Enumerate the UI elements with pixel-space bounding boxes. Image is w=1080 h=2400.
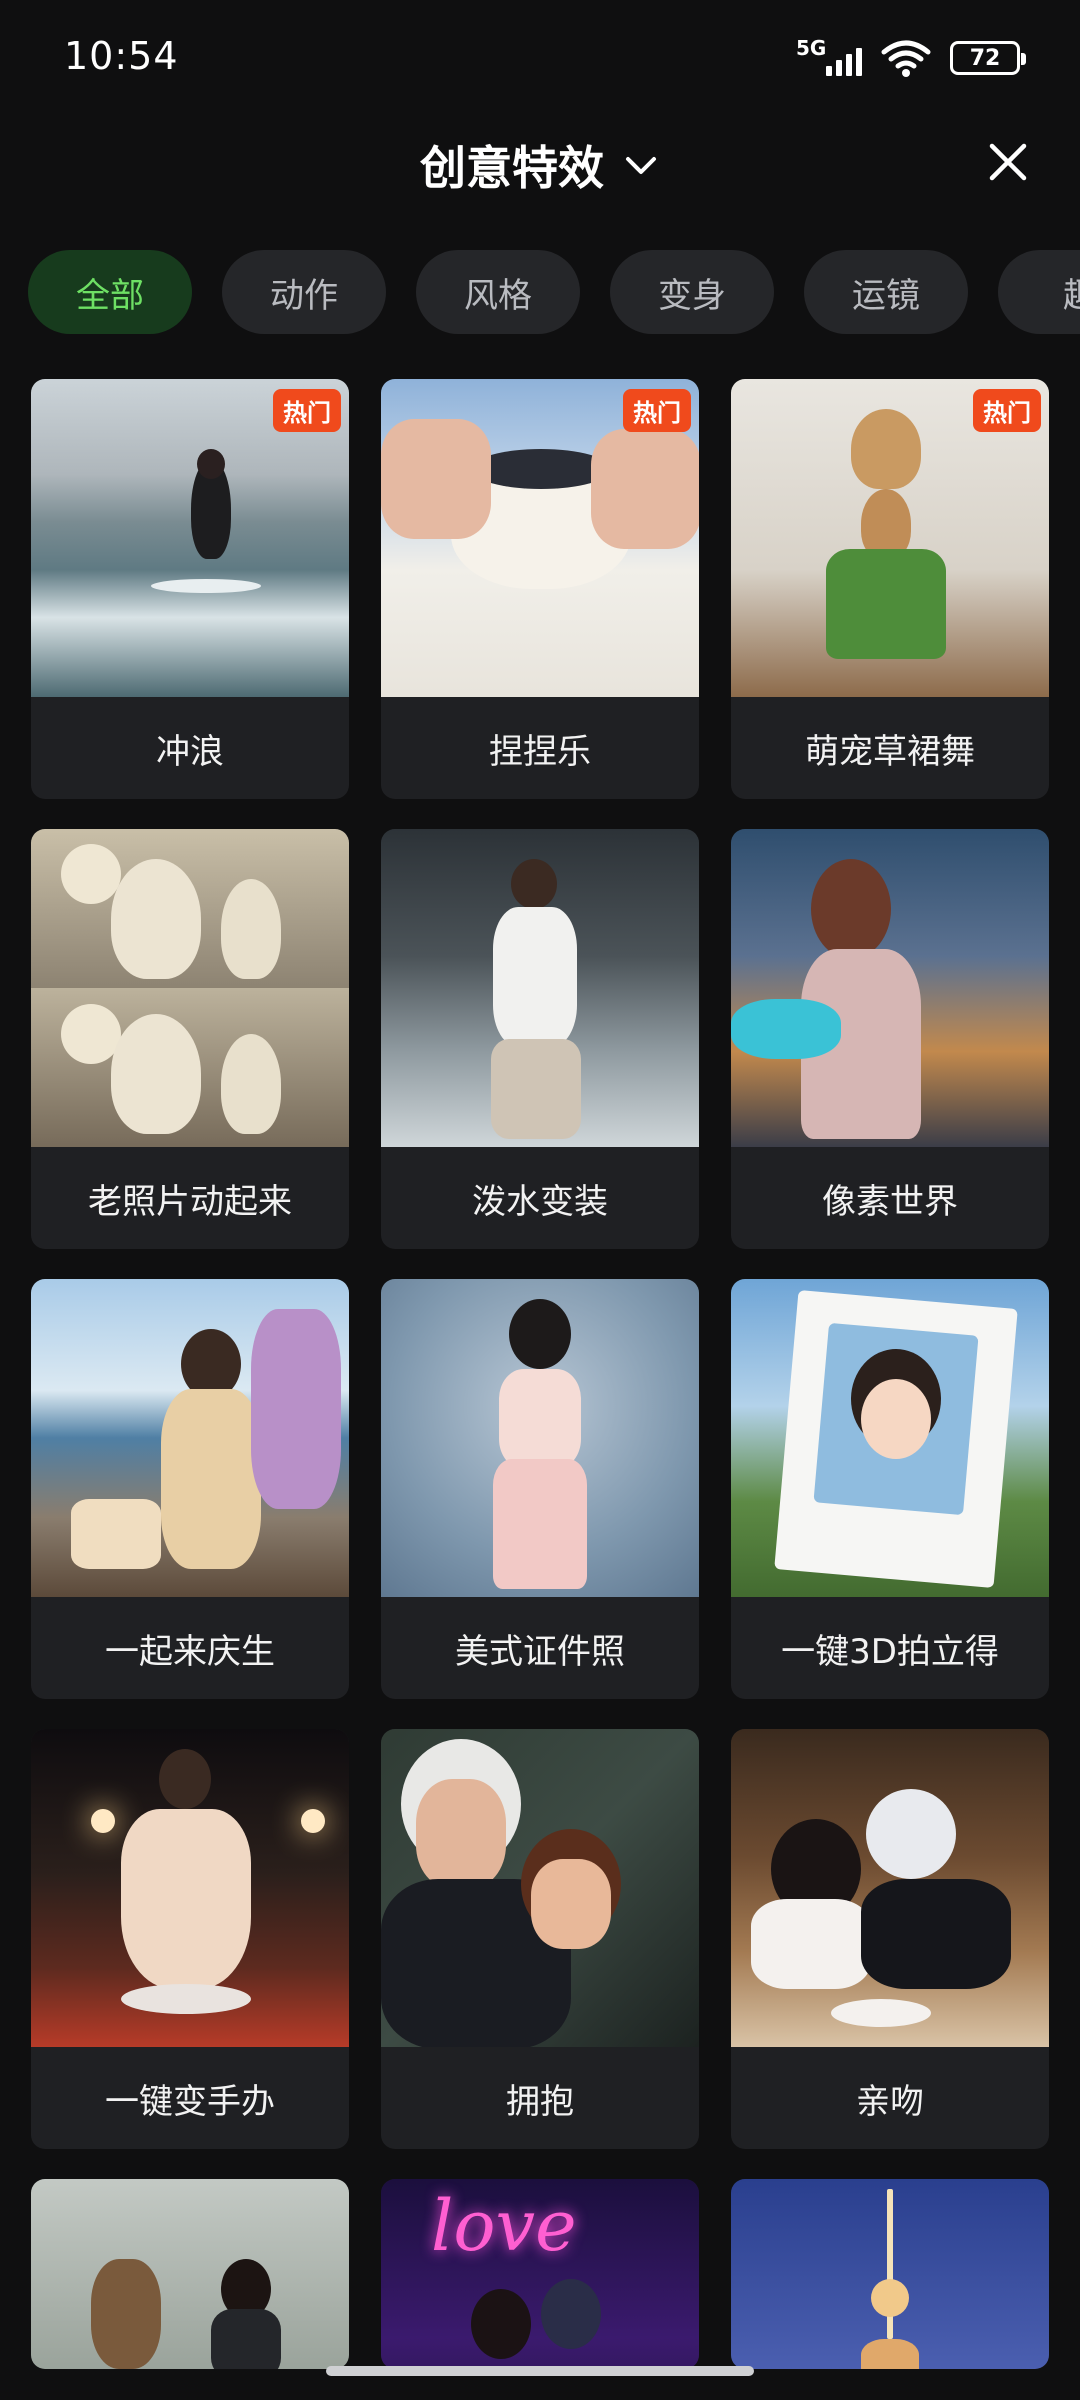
effect-thumbnail: 热门 [381,379,699,697]
effect-label: 美式证件照 [455,1631,625,1672]
tab-action[interactable]: 动作 [222,250,386,334]
effect-thumbnail [31,1729,349,2047]
effect-thumbnail: love [381,2179,699,2369]
effect-label: 一起来庆生 [105,1631,275,1672]
status-time: 10:54 [64,34,179,78]
title-dropdown[interactable]: 创意特效 [0,132,1080,198]
effect-label: 老照片动起来 [88,1181,292,1222]
effect-label: 一键3D拍立得 [781,1631,999,1672]
effect-thumbnail [381,1729,699,2047]
status-icons: 5G 72 [796,36,1026,78]
effect-card[interactable]: 热门 捏捏乐 [381,379,699,799]
effect-card[interactable]: 一键变手办 [31,1729,349,2149]
effect-card[interactable]: 美式证件照 [381,1279,699,1699]
effect-thumbnail [381,1279,699,1597]
battery-level: 72 [969,45,1001,71]
effect-label: 一键变手办 [105,2081,275,2122]
effect-card[interactable]: 拥抱 [381,1729,699,2149]
effect-card[interactable]: 一起来庆生 [31,1279,349,1699]
close-button[interactable] [978,132,1038,192]
effect-card[interactable]: 亲吻 [731,1729,1049,2149]
effect-thumbnail [31,1279,349,1597]
battery-icon: 72 [950,41,1026,75]
tab-fun[interactable]: 趣 [998,250,1080,334]
effect-card[interactable] [731,2179,1049,2369]
tab-all[interactable]: 全部 [28,250,192,334]
wifi-icon [881,40,931,77]
effect-thumbnail [731,1279,1049,1597]
effect-label: 萌宠草裙舞 [805,731,975,772]
effect-thumbnail: 热门 [31,379,349,697]
chevron-down-icon [626,157,656,174]
category-tabs: 全部 动作 风格 变身 运镜 趣 [28,250,1080,334]
close-icon [989,143,1027,181]
effect-card[interactable]: 老照片动起来 [31,829,349,1249]
tab-style[interactable]: 风格 [416,250,580,334]
tab-transform[interactable]: 变身 [610,250,774,334]
network-type: 5G [796,36,827,60]
effect-label: 像素世界 [822,1181,958,1222]
tab-camera-move[interactable]: 运镜 [804,250,968,334]
effect-label: 亲吻 [856,2081,924,2122]
effect-thumbnail [731,2179,1049,2369]
hot-badge: 热门 [973,389,1041,432]
effect-thumbnail [731,829,1049,1147]
effect-card[interactable] [31,2179,349,2369]
effect-card[interactable]: 泼水变装 [381,829,699,1249]
effect-card[interactable]: love [381,2179,699,2369]
effect-thumbnail: 热门 [731,379,1049,697]
effect-label: 冲浪 [156,731,224,772]
love-text: love [431,2185,577,2267]
effects-grid: 热门 冲浪 热门 捏捏乐 热门 萌宠草裙舞 老照片动起来 泼水变装 像素世界 一… [31,379,1049,2369]
signal-icon: 5G [796,36,862,78]
status-bar: 10:54 5G 72 [0,0,1080,110]
effect-card[interactable]: 热门 萌宠草裙舞 [731,379,1049,799]
effect-label: 泼水变装 [472,1181,608,1222]
effect-card[interactable]: 一键3D拍立得 [731,1279,1049,1699]
effect-card[interactable]: 热门 冲浪 [31,379,349,799]
effect-thumbnail [31,2179,349,2369]
home-indicator[interactable] [326,2366,754,2376]
hot-badge: 热门 [623,389,691,432]
header: 创意特效 [0,120,1080,210]
effect-thumbnail [731,1729,1049,2047]
hot-badge: 热门 [273,389,341,432]
effect-thumbnail [381,829,699,1147]
effect-thumbnail [31,829,349,1147]
effect-label: 拥抱 [506,2081,574,2122]
effect-label: 捏捏乐 [489,731,591,772]
effect-card[interactable]: 像素世界 [731,829,1049,1249]
screen: 10:54 5G 72 创意特效 全部 动作 风格 变身 运镜 热门 冲浪 热门… [0,0,1080,2400]
page-title: 创意特效 [420,141,604,195]
